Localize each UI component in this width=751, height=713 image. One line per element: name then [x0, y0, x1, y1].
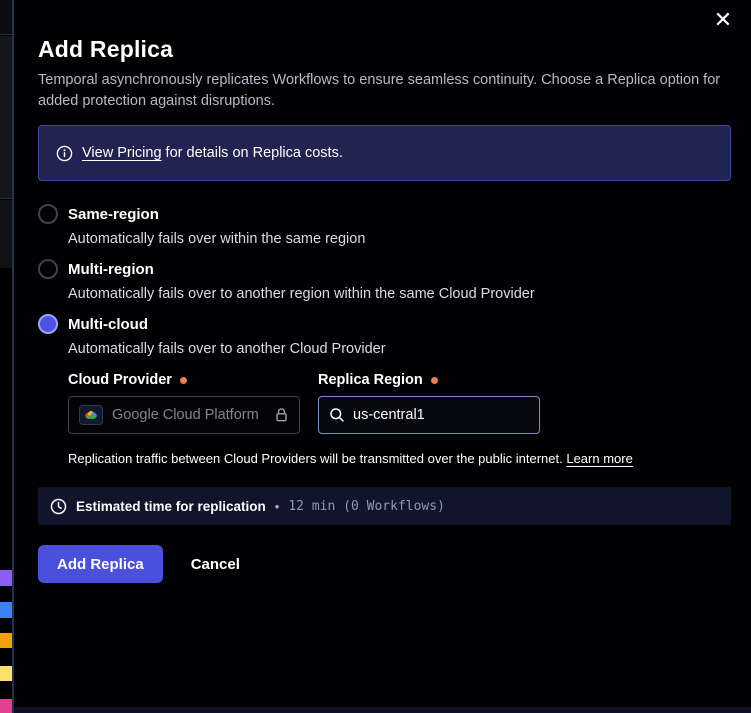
- view-pricing-link[interactable]: View Pricing: [82, 145, 162, 161]
- add-replica-modal: ✕ Add Replica Temporal asynchronously re…: [14, 0, 751, 713]
- background-row: [0, 200, 12, 268]
- required-dot-icon: [431, 377, 438, 384]
- option-description: Automatically fails over to another Clou…: [68, 341, 731, 357]
- cloud-provider-label: Cloud Provider: [68, 372, 300, 388]
- region-color-chip: [0, 699, 12, 713]
- region-color-chip: [0, 666, 12, 681]
- replica-option-group: Same-region Automatically fails over wit…: [38, 204, 731, 466]
- modal-actions: Add Replica Cancel: [38, 545, 731, 583]
- clock-icon: [50, 498, 67, 515]
- replica-region-field-group: Replica Region: [318, 372, 540, 434]
- radio-multi-cloud[interactable]: [38, 314, 58, 334]
- pricing-banner-rest: for details on Replica costs.: [162, 145, 343, 161]
- replica-region-label: Replica Region: [318, 372, 540, 388]
- pricing-banner-text: View Pricing for details on Replica cost…: [82, 145, 343, 161]
- option-label[interactable]: Same-region: [68, 206, 159, 223]
- replica-region-input[interactable]: [353, 407, 513, 423]
- replica-region-search-box: [318, 396, 540, 434]
- estimate-separator: •: [275, 499, 280, 514]
- cloud-provider-select[interactable]: Google Cloud Platform: [68, 396, 300, 434]
- estimate-label: Estimated time for replication: [76, 499, 266, 514]
- option-description: Automatically fails over within the same…: [68, 231, 731, 247]
- page-title: Add Replica: [38, 36, 731, 63]
- traffic-note-text: Replication traffic between Cloud Provid…: [68, 451, 566, 466]
- option-multi-region: Multi-region Automatically fails over to…: [38, 259, 731, 302]
- estimate-banner: Estimated time for replication • 12 min …: [38, 487, 731, 525]
- lock-icon: [274, 407, 289, 423]
- radio-same-region[interactable]: [38, 204, 58, 224]
- gcp-logo-icon: [79, 405, 103, 425]
- pricing-info-banner: View Pricing for details on Replica cost…: [38, 125, 731, 181]
- radio-multi-region[interactable]: [38, 259, 58, 279]
- background-row: [0, 36, 12, 199]
- option-same-region: Same-region Automatically fails over wit…: [38, 204, 731, 247]
- search-icon: [329, 407, 345, 423]
- background-row: [0, 0, 12, 35]
- option-label[interactable]: Multi-cloud: [68, 316, 148, 333]
- info-icon: [56, 145, 73, 162]
- cancel-button[interactable]: Cancel: [191, 556, 240, 573]
- modal-description: Temporal asynchronously replicates Workf…: [38, 70, 731, 112]
- region-color-chip: [0, 602, 12, 618]
- option-label[interactable]: Multi-region: [68, 261, 154, 278]
- estimate-value: 12 min (0 Workflows): [288, 499, 445, 514]
- cloud-provider-field-group: Cloud Provider Google Cloud Platform: [68, 372, 300, 434]
- add-replica-button[interactable]: Add Replica: [38, 545, 163, 583]
- background-page-sliver: [0, 0, 13, 713]
- bottom-page-strip: [14, 707, 751, 713]
- learn-more-link[interactable]: Learn more: [566, 451, 632, 466]
- close-icon[interactable]: ✕: [709, 6, 737, 34]
- field-label-text: Cloud Provider: [68, 372, 172, 388]
- option-description: Automatically fails over to another regi…: [68, 286, 731, 302]
- region-color-chip: [0, 570, 12, 586]
- region-color-chip: [0, 633, 12, 648]
- multi-cloud-form: Cloud Provider Google Cloud Platform: [68, 372, 731, 434]
- option-multi-cloud: Multi-cloud Automatically fails over to …: [38, 314, 731, 466]
- cloud-provider-value: Google Cloud Platform: [112, 407, 265, 423]
- field-label-text: Replica Region: [318, 372, 423, 388]
- required-dot-icon: [180, 377, 187, 384]
- traffic-note: Replication traffic between Cloud Provid…: [68, 451, 731, 466]
